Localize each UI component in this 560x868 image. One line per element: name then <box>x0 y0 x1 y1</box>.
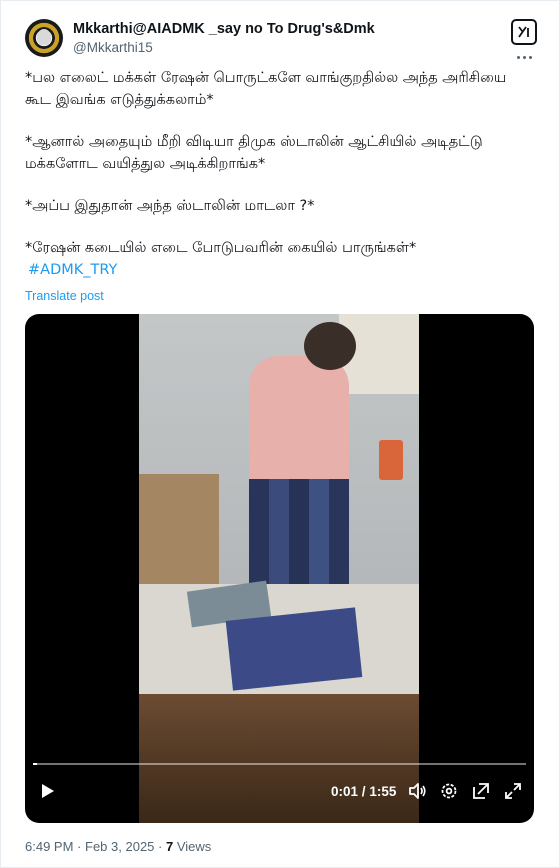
current-time: 0:01 <box>331 784 359 799</box>
post-text: *பல எலைட் மக்கள் ரேஷன் பொருட்களே வாங்குற… <box>25 67 525 281</box>
pip-icon[interactable] <box>471 781 491 801</box>
video-player[interactable]: 0:01 / 1:55 <box>25 314 534 823</box>
translate-post-link[interactable]: Translate post <box>25 289 104 303</box>
post-meta: 6:49 PM · Feb 3, 2025 · 7 Views <box>25 839 211 854</box>
video-progress-bar[interactable] <box>33 763 526 765</box>
avatar-portrait <box>37 29 51 45</box>
volume-icon[interactable] <box>407 781 427 801</box>
play-icon[interactable] <box>37 781 57 801</box>
post-paragraph-1: *பல எலைட் மக்கள் ரேஷன் பொருட்களே வாங்குற… <box>25 70 507 108</box>
author-name[interactable]: Mkkarthi@AIADMK _say no To Drug's&Dmk <box>73 21 375 37</box>
meta-dot-2: · <box>158 839 163 854</box>
post-header: Mkkarthi@AIADMK _say no To Drug's&Dmk @M… <box>25 19 537 59</box>
meta-dot: · <box>77 839 82 854</box>
time-separator: / <box>361 784 366 799</box>
avatar[interactable] <box>25 19 63 57</box>
more-icon[interactable] <box>511 52 537 62</box>
video-progress-fill <box>33 763 38 765</box>
fullscreen-icon[interactable] <box>503 781 523 801</box>
author-handle[interactable]: @Mkkarthi15 <box>73 40 153 55</box>
video-frame <box>139 314 419 823</box>
views-count: 7 <box>166 839 174 854</box>
post-card: Mkkarthi@AIADMK _say no To Drug's&Dmk @M… <box>0 0 560 868</box>
grok-glyph <box>518 26 529 38</box>
hashtag-link[interactable]: #ADMK_TRY <box>25 259 525 281</box>
views-label: Views <box>176 839 212 854</box>
duration: 1:55 <box>369 784 397 799</box>
post-date[interactable]: Feb 3, 2025 <box>85 839 154 854</box>
post-paragraph-4: *ரேஷன் கடையில் எடை போடுபவரின் கையில் பார… <box>25 240 417 256</box>
post-paragraph-2: *ஆனால் அதையும் மீறி விடியா திமுக ஸ்டாலின… <box>25 134 483 172</box>
video-controls: 0:01 / 1:55 <box>25 763 534 823</box>
post-time[interactable]: 6:49 PM <box>25 839 73 854</box>
settings-icon[interactable] <box>439 781 459 801</box>
post-paragraph-3: *அப்ப இதுதான் அந்த ஸ்டாலின் மாடலா ?* <box>25 198 315 214</box>
grok-icon[interactable] <box>511 19 537 45</box>
video-time: 0:01 / 1:55 <box>331 784 396 799</box>
